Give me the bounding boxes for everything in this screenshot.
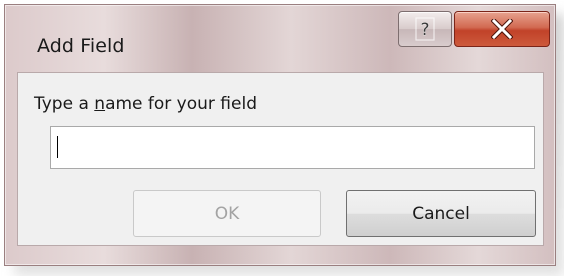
cancel-button[interactable]: Cancel (346, 190, 536, 237)
close-button[interactable] (454, 11, 550, 47)
close-icon (491, 19, 513, 39)
help-icon: ? (415, 17, 435, 41)
dialog-title: Add Field (37, 35, 125, 57)
ok-button[interactable]: OK (133, 190, 321, 237)
help-button[interactable]: ? (398, 11, 452, 47)
field-name-label: Type a name for your field (34, 94, 257, 114)
screen: Add Field ? Type a name for your field O… (0, 0, 564, 276)
prompt-text-before: Type a (34, 94, 95, 114)
help-glyph: ? (420, 20, 429, 40)
field-name-input[interactable] (50, 126, 535, 169)
prompt-text-after: ame for your field (105, 94, 257, 114)
prompt-mnemonic: n (94, 94, 106, 114)
text-caret (57, 136, 58, 158)
